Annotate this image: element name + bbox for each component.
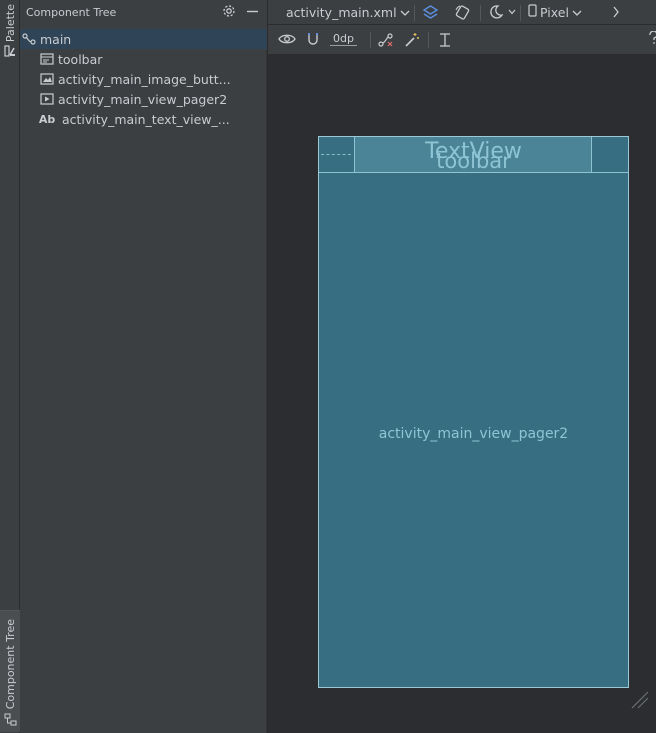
component-tree-side-label: Component Tree (3, 618, 17, 709)
tree-item-toolbar[interactable]: toolbar (20, 49, 267, 69)
tree-item-label: activity_main_view_pager2 (58, 91, 228, 107)
toolbar-label: toolbar (436, 149, 511, 172)
design-toolbar-bottom: 0dp (268, 25, 656, 55)
chevron-right-icon[interactable] (612, 6, 620, 18)
settings-gear-icon[interactable] (222, 4, 236, 22)
clear-constraints-icon[interactable] (378, 32, 394, 48)
palette-icon (4, 45, 16, 57)
chevron-down-icon (572, 5, 582, 20)
device-preview[interactable]: TextView toolbar activity_main_view_page… (318, 136, 629, 688)
text-view-preview[interactable]: TextView toolbar (355, 137, 592, 172)
panel-divider (266, 50, 267, 733)
tree-item-image-button[interactable]: activity_main_image_butt... (20, 69, 267, 89)
palette-label: Palette (3, 4, 17, 43)
design-toolbar-top: activity_main.xml Pixel (268, 0, 656, 25)
component-tree-header: Component Tree (20, 0, 267, 25)
component-tree-tool-button[interactable]: Component Tree (0, 610, 20, 732)
device-selector-dropdown[interactable]: Pixel (528, 4, 582, 20)
resize-handle-icon[interactable] (630, 690, 650, 714)
device-name: Pixel (540, 4, 569, 20)
constraint-layout-icon (22, 32, 36, 46)
default-margin-value[interactable]: 0dp (330, 32, 357, 46)
tree-item-label: activity_main_text_view_... (62, 111, 230, 127)
guidelines-icon[interactable] (438, 33, 452, 47)
image-button-icon (40, 72, 54, 86)
tree-item-label: activity_main_image_butt... (58, 71, 231, 87)
help-question-icon[interactable] (648, 31, 656, 45)
autoconnect-magnet-icon[interactable] (306, 32, 320, 46)
image-button-preview[interactable] (319, 137, 355, 172)
tool-window-strip: Palette Component Tree (0, 0, 20, 733)
phone-icon (528, 4, 537, 20)
tree-item-view-pager[interactable]: activity_main_view_pager2 (20, 89, 267, 109)
infer-constraints-wand-icon[interactable] (404, 32, 420, 48)
chevron-down-icon[interactable] (508, 9, 516, 15)
toolbar-icon (40, 52, 54, 66)
tree-item-text-view[interactable]: Ab activity_main_text_view_... (20, 109, 267, 129)
component-tree-panel: Component Tree main toolbar activity_mai… (20, 0, 268, 733)
orientation-rotate-icon[interactable] (454, 4, 471, 21)
tree-item-label: main (40, 31, 72, 47)
component-tree-icon (4, 713, 17, 726)
minimize-icon[interactable] (246, 5, 259, 22)
night-mode-moon-icon[interactable] (488, 4, 504, 20)
file-name: activity_main.xml (286, 4, 397, 20)
palette-tool-button[interactable]: Palette (2, 4, 18, 57)
chevron-down-icon (400, 5, 410, 20)
file-selector-dropdown[interactable]: activity_main.xml (286, 5, 410, 20)
view-pager-label: activity_main_view_pager2 (378, 426, 569, 442)
component-tree-title: Component Tree (26, 6, 117, 19)
text-view-icon: Ab (38, 112, 56, 126)
design-surface-layers-icon[interactable] (422, 4, 439, 21)
view-options-eye-icon[interactable] (278, 32, 296, 46)
toolbar-preview[interactable]: TextView toolbar (319, 137, 628, 173)
view-pager-icon (40, 92, 54, 106)
tree-item-label: toolbar (58, 51, 103, 67)
tree-item-main[interactable]: main (20, 29, 267, 49)
